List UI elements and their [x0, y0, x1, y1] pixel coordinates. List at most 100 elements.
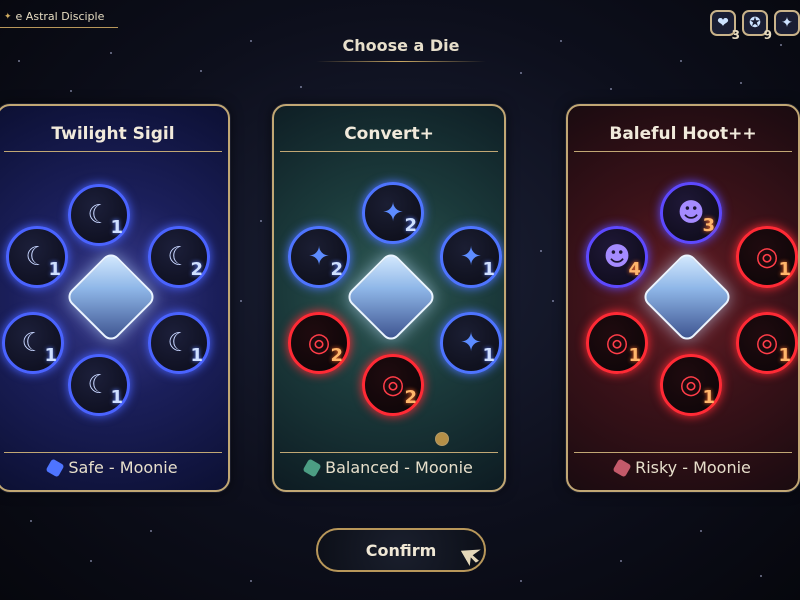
star [780, 44, 782, 46]
moon-icon: ☾ [87, 200, 111, 230]
star [552, 300, 554, 302]
moon-icon: ☾ [167, 328, 191, 358]
star [740, 82, 742, 84]
star [240, 300, 242, 302]
card-title: Twilight Sigil [51, 123, 175, 144]
owl-icon: ☻ [677, 198, 705, 228]
face-value: 2 [404, 387, 417, 408]
crosshair-icon: ◎ [381, 370, 405, 400]
title-divider [316, 61, 486, 62]
star [250, 580, 252, 582]
die-face: ☾ 1 [68, 354, 130, 416]
owl-icon: ☻ [603, 242, 631, 272]
face-value: 1 [778, 259, 791, 280]
card-footer-label: Risky - Moonie [635, 458, 751, 477]
card-footer: Risky - Moonie [574, 452, 792, 482]
resource-coins[interactable]: ✪ 9 [742, 10, 772, 42]
face-value: 1 [48, 259, 61, 280]
card-header: Convert+ [280, 116, 498, 152]
compass-icon: ✦ [460, 328, 482, 358]
crosshair-icon: ◎ [679, 370, 703, 400]
star [520, 72, 522, 74]
coin-pouch-icon: ✪ [749, 15, 761, 31]
resource-count: 9 [763, 28, 772, 42]
star [70, 90, 72, 92]
die-card-baleful-hoot[interactable]: Baleful Hoot++ ☻ 3 ☻ 4 ◎ 1 ◎ 1 ◎ 1 ◎ 1 R… [566, 104, 800, 492]
face-value: 4 [628, 259, 641, 280]
die-icon [640, 250, 734, 344]
star [110, 52, 112, 54]
die-face: ◎ 1 [736, 312, 798, 374]
star [610, 88, 612, 90]
crosshair-icon: ◎ [307, 328, 331, 358]
star [30, 520, 32, 522]
star [680, 60, 682, 62]
die-face: ✦ 1 [440, 312, 502, 374]
die-card-convert-plus[interactable]: Convert+ ✦ 2 ✦ 2 ✦ 1 ◎ 2 ✦ 1 ◎ 2 Balance… [272, 104, 506, 492]
face-value: 3 [702, 215, 715, 236]
die-face: ☾ 1 [6, 226, 68, 288]
face-value: 2 [190, 259, 203, 280]
face-value: 1 [628, 345, 641, 366]
die-icon [64, 250, 158, 344]
face-value: 1 [110, 217, 123, 238]
page-title: Choose a Die [342, 36, 460, 55]
star [760, 575, 762, 577]
orb-icon [435, 432, 449, 446]
die-face: ◎ 2 [288, 312, 350, 374]
star [520, 580, 522, 582]
die-type-icon [612, 457, 632, 478]
card-footer-label: Safe - Moonie [68, 458, 178, 477]
moon-icon: ☾ [21, 328, 45, 358]
moon-icon: ☾ [167, 242, 191, 272]
card-footer: Safe - Moonie [4, 452, 222, 482]
face-value: 1 [110, 387, 123, 408]
card-footer: Balanced - Moonie [280, 452, 498, 482]
resource-gem[interactable]: ✦ [774, 10, 800, 36]
confirm-button[interactable]: Confirm [316, 528, 486, 572]
die-face: ◎ 2 [362, 354, 424, 416]
star [200, 70, 202, 72]
face-value: 2 [330, 259, 343, 280]
compass-icon: ✦ [382, 198, 404, 228]
die-type-icon [302, 457, 322, 478]
die-face: ◎ 1 [736, 226, 798, 288]
die-face: ◎ 1 [586, 312, 648, 374]
heart-shield-icon: ❤ [717, 15, 729, 31]
die-face: ☻ 3 [660, 182, 722, 244]
face-value: 1 [44, 345, 57, 366]
compass-icon: ✦ [460, 242, 482, 272]
die-face: ✦ 2 [362, 182, 424, 244]
face-value: 1 [190, 345, 203, 366]
card-header: Twilight Sigil [4, 116, 222, 152]
star [540, 250, 542, 252]
moon-icon: ☾ [87, 370, 111, 400]
heart-gem-icon: ✦ [781, 15, 793, 31]
card-header: Baleful Hoot++ [574, 116, 792, 152]
die-type-icon [45, 457, 65, 478]
star [90, 560, 92, 562]
star [18, 60, 20, 62]
star [150, 530, 152, 532]
star [700, 530, 702, 532]
die-face: ✦ 1 [440, 226, 502, 288]
face-value: 1 [482, 345, 495, 366]
card-title: Baleful Hoot++ [609, 123, 757, 144]
face-value: 1 [482, 259, 495, 280]
face-value: 2 [404, 215, 417, 236]
face-value: 1 [702, 387, 715, 408]
die-face: ◎ 1 [660, 354, 722, 416]
star [560, 40, 562, 42]
die-face: ☻ 4 [586, 226, 648, 288]
star [260, 220, 262, 222]
face-value: 2 [330, 345, 343, 366]
die-card-twilight-sigil[interactable]: Twilight Sigil ☾ 1 ☾ 1 ☾ 2 ☾ 1 ☾ 1 ☾ 1 S… [0, 104, 230, 492]
star [620, 560, 622, 562]
resource-heart[interactable]: ❤ 3 [710, 10, 740, 42]
resource-bar: ❤ 3 ✪ 9 ✦ [710, 10, 800, 42]
crosshair-icon: ◎ [605, 328, 629, 358]
card-footer-label: Balanced - Moonie [325, 458, 473, 477]
die-face: ☾ 1 [148, 312, 210, 374]
character-title: e Astral Disciple [0, 6, 119, 28]
compass-icon: ✦ [308, 242, 330, 272]
